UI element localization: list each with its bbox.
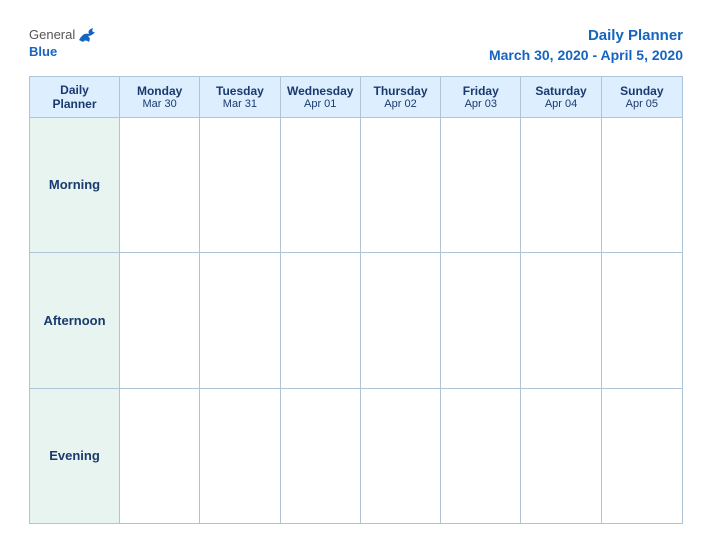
daily-planner-header-line1: Daily xyxy=(60,83,89,97)
planner-title: Daily Planner xyxy=(489,26,683,46)
logo: General Blue xyxy=(29,26,99,60)
cell-afternoon-thursday[interactable] xyxy=(361,253,441,387)
calendar-header-saturday: Saturday Apr 04 xyxy=(521,77,601,117)
cell-evening-monday[interactable] xyxy=(120,389,200,523)
daily-planner-header-line2: Planner xyxy=(52,97,96,111)
page: General Blue Daily Planner March 30, 202… xyxy=(11,10,701,540)
calendar-row-morning: Morning xyxy=(30,118,682,253)
cell-morning-saturday[interactable] xyxy=(521,118,601,252)
calendar-header-label: Daily Planner xyxy=(30,77,120,117)
header: General Blue Daily Planner March 30, 202… xyxy=(29,26,683,64)
logo-blue: Blue xyxy=(29,44,57,60)
cell-evening-saturday[interactable] xyxy=(521,389,601,523)
row-label-afternoon: Afternoon xyxy=(30,253,120,387)
cell-morning-monday[interactable] xyxy=(120,118,200,252)
cell-morning-thursday[interactable] xyxy=(361,118,441,252)
logo-general: General xyxy=(29,27,75,43)
cell-afternoon-friday[interactable] xyxy=(441,253,521,387)
cell-morning-tuesday[interactable] xyxy=(200,118,280,252)
cell-evening-sunday[interactable] xyxy=(602,389,682,523)
cell-afternoon-sunday[interactable] xyxy=(602,253,682,387)
calendar-body: Morning Afternoon xyxy=(30,118,682,523)
cell-afternoon-tuesday[interactable] xyxy=(200,253,280,387)
calendar-header-wednesday: Wednesday Apr 01 xyxy=(281,77,361,117)
cell-morning-wednesday[interactable] xyxy=(281,118,361,252)
calendar-header-row: Daily Planner Monday Mar 30 Tuesday Mar … xyxy=(30,77,682,118)
calendar-header-friday: Friday Apr 03 xyxy=(441,77,521,117)
calendar-header-thursday: Thursday Apr 02 xyxy=(361,77,441,117)
logo-bird-icon xyxy=(77,26,99,44)
cell-afternoon-monday[interactable] xyxy=(120,253,200,387)
cell-morning-friday[interactable] xyxy=(441,118,521,252)
cell-afternoon-wednesday[interactable] xyxy=(281,253,361,387)
calendar-header-tuesday: Tuesday Mar 31 xyxy=(200,77,280,117)
calendar-row-afternoon: Afternoon xyxy=(30,253,682,388)
row-label-evening: Evening xyxy=(30,389,120,523)
calendar: Daily Planner Monday Mar 30 Tuesday Mar … xyxy=(29,76,683,524)
calendar-header-monday: Monday Mar 30 xyxy=(120,77,200,117)
calendar-row-evening: Evening xyxy=(30,389,682,523)
title-area: Daily Planner March 30, 2020 - April 5, … xyxy=(489,26,683,64)
cell-evening-friday[interactable] xyxy=(441,389,521,523)
cell-evening-tuesday[interactable] xyxy=(200,389,280,523)
cell-afternoon-saturday[interactable] xyxy=(521,253,601,387)
cell-morning-sunday[interactable] xyxy=(602,118,682,252)
row-label-morning: Morning xyxy=(30,118,120,252)
planner-date-range: March 30, 2020 - April 5, 2020 xyxy=(489,46,683,64)
cell-evening-wednesday[interactable] xyxy=(281,389,361,523)
calendar-header-sunday: Sunday Apr 05 xyxy=(602,77,682,117)
cell-evening-thursday[interactable] xyxy=(361,389,441,523)
